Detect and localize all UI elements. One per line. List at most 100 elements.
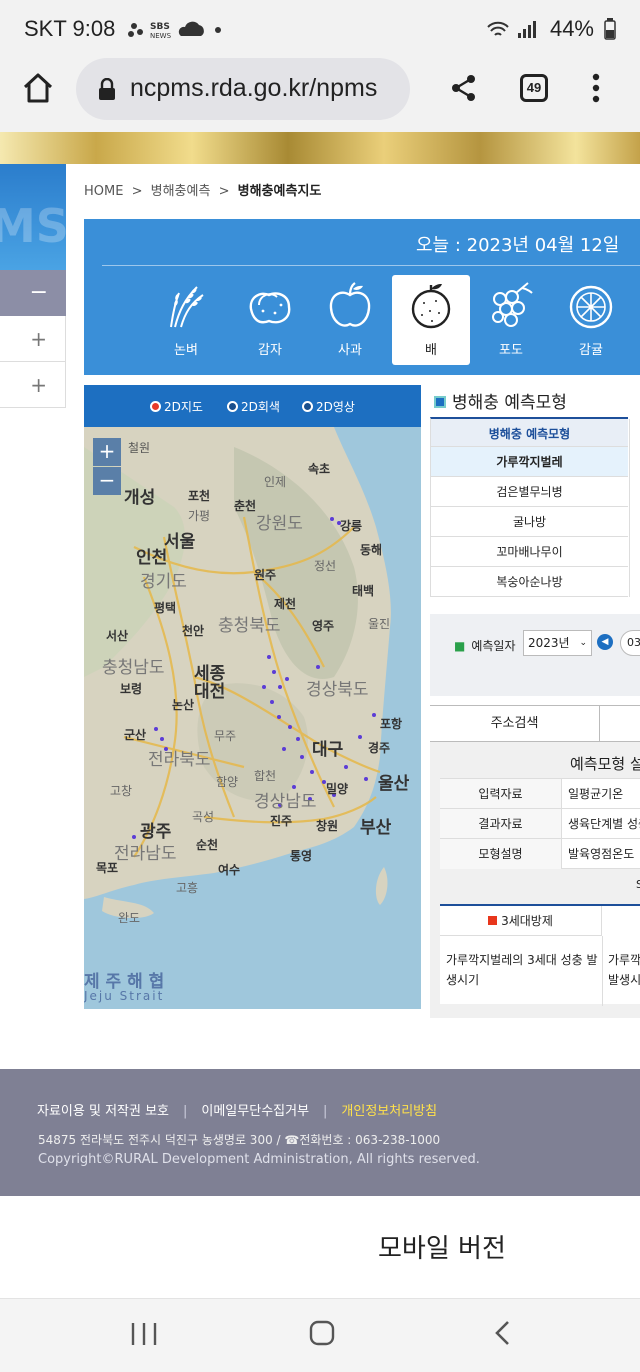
crop-pear[interactable]: 배 bbox=[392, 275, 470, 365]
sidebar-expand-button-2[interactable]: + bbox=[0, 362, 66, 408]
share-icon[interactable] bbox=[450, 74, 478, 102]
map-label: 서산 bbox=[106, 629, 129, 643]
label-text: 예측일자 bbox=[471, 639, 516, 653]
sidebar-expand-button-1[interactable]: + bbox=[0, 316, 66, 362]
generation-header[interactable]: 3세대방제 bbox=[440, 906, 602, 936]
map-label: 경기도 bbox=[140, 572, 187, 592]
info-key: 모형설명 bbox=[440, 839, 562, 869]
map-label: 통영 bbox=[290, 849, 313, 863]
address-bar[interactable]: ncpms.rda.go.kr/npms bbox=[76, 58, 410, 120]
recent-apps-icon[interactable] bbox=[130, 1321, 158, 1347]
map-label: 군산 bbox=[124, 728, 147, 742]
radio-selected-icon bbox=[150, 401, 161, 412]
map-label: 충청북도 bbox=[218, 616, 281, 636]
map-label: 여수 bbox=[218, 863, 241, 877]
info-value: 생육단계별 성충 bbox=[568, 817, 640, 831]
info-row: 입력자료 일평균기온 bbox=[440, 778, 640, 809]
model-info-panel: 예측모형 설 입력자료 일평균기온 결과자료 생육단계별 성충 모형설명 발육영… bbox=[430, 742, 640, 1018]
forecast-map[interactable]: + − 철원 속초 인제 개성 포천 춘천 가평 강원도 강릉 서울 인천 경기… bbox=[84, 427, 421, 1009]
lock-icon bbox=[99, 78, 115, 100]
status-bar: SKT 9:08 SBS NEWS 44% bbox=[0, 0, 640, 56]
crop-grape[interactable]: 포도 bbox=[472, 275, 550, 365]
map-label: 전라남도 bbox=[114, 844, 177, 864]
tab-2d-grey[interactable]: 2D회색 bbox=[227, 398, 280, 415]
table-row[interactable]: 꼬마배나무이 bbox=[430, 537, 630, 567]
breadcrumb-separator: > bbox=[218, 184, 230, 199]
sidebar-collapse-button[interactable]: − bbox=[0, 270, 66, 316]
breadcrumb-section[interactable]: 병해충예측 bbox=[151, 184, 211, 199]
crop-citrus[interactable]: 감귤 bbox=[552, 275, 630, 365]
map-label: 창원 bbox=[316, 819, 339, 833]
date-input[interactable]: 03/ bbox=[620, 630, 640, 656]
map-label: 고흥 bbox=[176, 881, 199, 895]
map-label: 가평 bbox=[188, 509, 211, 523]
year-value: 2023년 bbox=[528, 636, 570, 650]
footer: 자료이용 및 저작권 보호 | 이메일무단수집거부 | 개인정보처리방침 54875 전… bbox=[0, 1069, 640, 1196]
crop-label: 감자 bbox=[258, 343, 282, 358]
crop-rice[interactable]: 논벼 bbox=[147, 275, 225, 365]
info-row: 결과자료 생육단계별 성충 bbox=[440, 808, 640, 839]
header-text: 3세대방제 bbox=[501, 914, 553, 928]
divider bbox=[102, 265, 640, 266]
map-label: 원주 bbox=[254, 568, 277, 582]
table-row[interactable]: 굴나방 bbox=[430, 507, 630, 537]
prev-date-button[interactable]: ◀ bbox=[597, 634, 613, 650]
tab-address-search[interactable]: 주소검색 bbox=[430, 706, 600, 741]
tab-2d-map[interactable]: 2D지도 bbox=[150, 398, 203, 415]
map-label: 충청남도 bbox=[102, 658, 165, 678]
map-label: 고창 bbox=[110, 784, 133, 798]
footer-link-email[interactable]: 이메일무단수집거부 bbox=[201, 1104, 309, 1119]
map-label: 밀양 bbox=[326, 782, 349, 796]
section-bullet-icon bbox=[434, 396, 446, 408]
table-header: 병해충 예측모형 bbox=[430, 417, 630, 449]
footer-address: 54875 전라북도 전주시 덕진구 농생명로 300 / ☎전화번호 : 06… bbox=[38, 1133, 441, 1147]
info-value: 일평균기온 bbox=[568, 787, 624, 801]
browser-toolbar: ncpms.rda.go.kr/npms 49 bbox=[0, 56, 640, 132]
home-nav-icon[interactable] bbox=[308, 1319, 336, 1347]
separator: | bbox=[183, 1104, 188, 1119]
radio-icon bbox=[227, 401, 238, 412]
mobile-version-link[interactable]: 모바일 버전 bbox=[378, 1228, 506, 1265]
back-icon[interactable] bbox=[492, 1319, 514, 1347]
tab-switcher-button[interactable]: 49 bbox=[520, 74, 548, 102]
table-row[interactable]: 복숭아순나방 bbox=[430, 567, 630, 597]
tab-2d-satellite[interactable]: 2D영상 bbox=[302, 398, 355, 415]
table-row[interactable]: 검은별무늬병 bbox=[430, 477, 630, 507]
crop-potato[interactable]: 감자 bbox=[231, 275, 309, 365]
year-select[interactable]: 2023년 ⌄ bbox=[523, 630, 592, 656]
info-marker: S bbox=[636, 878, 640, 891]
footer-link-copyright[interactable]: 자료이용 및 저작권 보호 bbox=[37, 1104, 169, 1119]
more-menu-icon[interactable] bbox=[590, 72, 602, 104]
crop-apple[interactable]: 사과 bbox=[311, 275, 389, 365]
map-label: 포항 bbox=[380, 717, 403, 731]
breadcrumb-home[interactable]: HOME bbox=[84, 184, 123, 199]
crop-selector-panel: 오늘 : 2023년 04월 12일 논벼 감자 사과 배 포도 감귤 bbox=[84, 219, 640, 375]
crop-label: 배 bbox=[425, 343, 437, 358]
zoom-in-button[interactable]: + bbox=[93, 438, 121, 466]
url-text: ncpms.rda.go.kr/npms bbox=[130, 74, 378, 102]
map-label: 정선 bbox=[314, 559, 337, 573]
info-key: 결과자료 bbox=[440, 809, 562, 839]
citrus-icon bbox=[569, 285, 613, 329]
map-label: 경상남도 bbox=[254, 792, 317, 812]
notification-icons: SBS NEWS bbox=[126, 18, 226, 40]
map-label: 보령 bbox=[120, 682, 143, 696]
forecast-date-label: ■ 예측일자 bbox=[454, 639, 516, 653]
separator: | bbox=[323, 1104, 328, 1119]
map-label: 합천 bbox=[254, 769, 277, 783]
status-time: SKT 9:08 bbox=[24, 16, 116, 41]
map-label: 논산 bbox=[172, 698, 195, 712]
home-icon[interactable] bbox=[22, 72, 54, 104]
map-label: 부산 bbox=[360, 818, 392, 838]
map-label: 무주 bbox=[214, 729, 237, 743]
generation-description-2: 가루깍 발생시 bbox=[608, 953, 640, 987]
zoom-out-button[interactable]: − bbox=[93, 467, 121, 495]
footer-link-privacy[interactable]: 개인정보처리방침 bbox=[341, 1104, 437, 1119]
map-label: 순천 bbox=[196, 838, 219, 852]
info-title: 예측모형 설 bbox=[570, 755, 640, 773]
tab-label: 2D영상 bbox=[316, 400, 355, 414]
breadcrumb-current: 병해충예측지도 bbox=[237, 184, 322, 199]
status-right: 44% bbox=[486, 16, 616, 42]
table-row[interactable]: 가루깍지벌레 bbox=[430, 447, 630, 477]
system-nav-bar bbox=[0, 1298, 640, 1372]
